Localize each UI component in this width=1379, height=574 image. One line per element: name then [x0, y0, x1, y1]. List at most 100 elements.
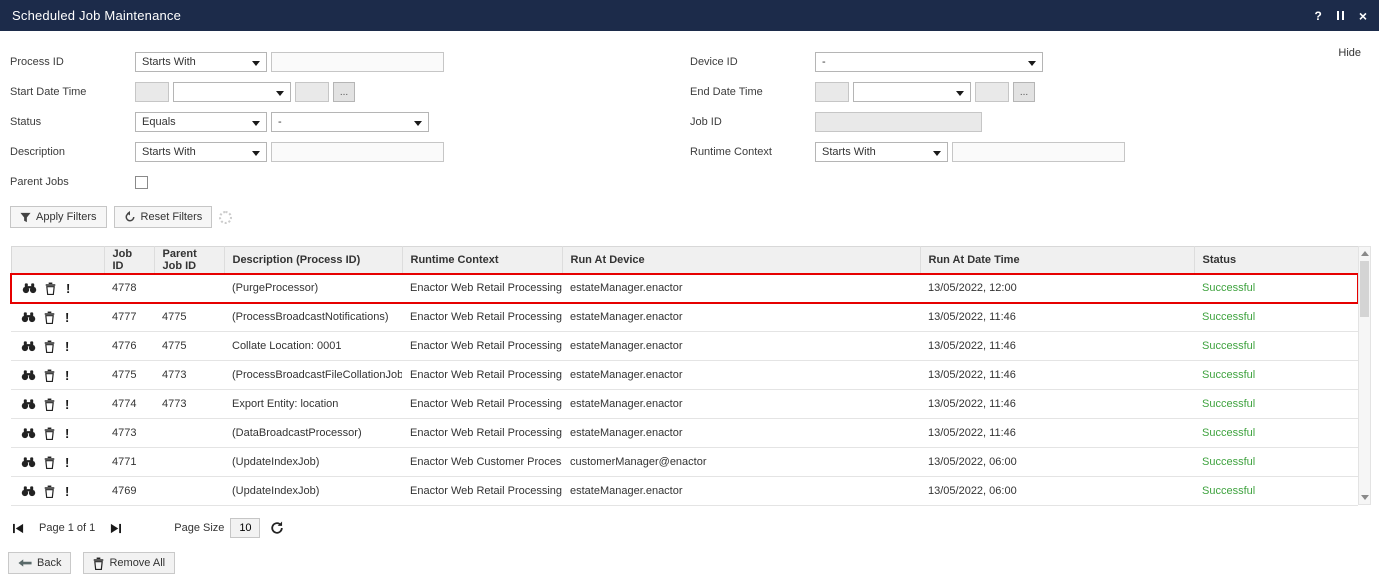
row-actions-cell: !	[11, 389, 104, 419]
page-title: Scheduled Job Maintenance	[12, 8, 182, 23]
vertical-scrollbar[interactable]	[1358, 246, 1371, 505]
table-row[interactable]: ! 4771 (UpdateIndexJob) Enactor Web Cust…	[11, 447, 1358, 477]
view-job-icon[interactable]	[19, 340, 37, 352]
start-date-input[interactable]	[135, 82, 169, 102]
delete-job-icon[interactable]	[41, 282, 59, 295]
delete-job-icon[interactable]	[40, 369, 58, 382]
table-row[interactable]: ! 4777 4775 (ProcessBroadcastNotificatio…	[11, 302, 1358, 332]
cell-description: (ProcessBroadcastFileCollationJobs)	[224, 360, 402, 390]
col-parent-job-id[interactable]: Parent Job ID	[154, 246, 225, 274]
delete-job-icon[interactable]	[40, 398, 58, 411]
last-page-icon	[111, 523, 122, 533]
view-job-icon[interactable]	[19, 398, 37, 410]
cell-run-at-device: estateManager.enactor	[562, 418, 920, 448]
runtime-context-input[interactable]	[952, 142, 1125, 162]
table-row[interactable]: ! 4774 4773 Export Entity: location Enac…	[11, 389, 1358, 419]
pause-icon[interactable]	[1336, 11, 1344, 20]
end-time-input[interactable]	[975, 82, 1009, 102]
cell-run-at-device: estateManager.enactor	[562, 272, 920, 304]
col-status[interactable]: Status	[1194, 246, 1359, 274]
apply-filters-button[interactable]: Apply Filters	[10, 206, 107, 228]
cell-status: Successful	[1194, 447, 1358, 477]
filter-row-5: Parent Jobs	[10, 167, 1369, 197]
filter-row-2: Start Date Time ... End Date Time ...	[10, 77, 1369, 107]
job-id-input[interactable]	[815, 112, 982, 132]
table-row[interactable]: ! 4778 (PurgeProcessor) Enactor Web Reta…	[10, 272, 1359, 304]
table-row[interactable]: ! 4776 4775 Collate Location: 0001 Enact…	[11, 331, 1358, 361]
process-id-operator-select[interactable]: Starts With	[135, 52, 267, 72]
view-job-icon[interactable]	[19, 456, 37, 468]
device-id-value: -	[822, 56, 826, 68]
error-log-icon[interactable]: !	[61, 310, 73, 325]
error-log-icon[interactable]: !	[61, 368, 73, 383]
description-operator-select[interactable]: Starts With	[135, 142, 267, 162]
table-row[interactable]: ! 4773 (DataBroadcastProcessor) Enactor …	[11, 418, 1358, 448]
delete-job-icon[interactable]	[40, 456, 58, 469]
jobs-table: Job ID Parent Job ID Description (Proces…	[10, 246, 1359, 506]
end-date-zone-select[interactable]	[853, 82, 971, 102]
delete-job-icon[interactable]	[40, 340, 58, 353]
col-run-at-date-time[interactable]: Run At Date Time	[920, 246, 1195, 274]
cell-run-at-device: estateManager.enactor	[562, 302, 920, 332]
error-log-icon[interactable]: !	[61, 426, 73, 441]
delete-job-icon[interactable]	[40, 427, 58, 440]
process-id-input[interactable]	[271, 52, 444, 72]
runtime-context-operator-select[interactable]: Starts With	[815, 142, 948, 162]
view-job-icon[interactable]	[20, 282, 38, 294]
device-id-select[interactable]: -	[815, 52, 1043, 72]
end-date-picker-button[interactable]: ...	[1013, 82, 1035, 102]
close-icon[interactable]: ×	[1359, 9, 1367, 23]
cell-job-id: 4777	[104, 302, 154, 332]
error-log-icon[interactable]: !	[61, 339, 73, 354]
delete-job-icon[interactable]	[40, 485, 58, 498]
view-job-icon[interactable]	[19, 427, 37, 439]
jobs-table-container: Job ID Parent Job ID Description (Proces…	[10, 246, 1371, 506]
first-page-icon	[13, 523, 24, 533]
filter-row-1: Process ID Starts With Device ID -	[10, 47, 1369, 77]
error-log-icon[interactable]: !	[61, 484, 73, 499]
scroll-down-arrow-icon[interactable]	[1359, 491, 1370, 504]
error-log-icon[interactable]: !	[62, 281, 74, 296]
scroll-up-arrow-icon[interactable]	[1359, 247, 1370, 260]
job-id-label: Job ID	[690, 116, 722, 128]
scrollbar-thumb[interactable]	[1360, 261, 1369, 317]
description-input[interactable]	[271, 142, 444, 162]
error-log-icon[interactable]: !	[61, 397, 73, 412]
help-icon[interactable]: ?	[1314, 10, 1321, 22]
page-size-input[interactable]	[230, 518, 261, 538]
cell-run-at-device: estateManager.enactor	[562, 360, 920, 390]
view-job-icon[interactable]	[19, 369, 37, 381]
end-date-input[interactable]	[815, 82, 849, 102]
view-job-icon[interactable]	[19, 485, 37, 497]
col-job-id[interactable]: Job ID	[104, 246, 155, 274]
start-date-picker-button[interactable]: ...	[333, 82, 355, 102]
status-operator-select[interactable]: Equals	[135, 112, 267, 132]
cell-parent-job-id	[154, 418, 224, 448]
cell-parent-job-id: 4773	[154, 389, 224, 419]
error-log-icon[interactable]: !	[61, 455, 73, 470]
delete-job-icon[interactable]	[40, 311, 58, 324]
reset-filters-button[interactable]: Reset Filters	[113, 206, 213, 228]
start-time-input[interactable]	[295, 82, 329, 102]
status-value-select[interactable]: -	[271, 112, 429, 132]
start-date-zone-select[interactable]	[173, 82, 291, 102]
view-job-icon[interactable]	[19, 311, 37, 323]
first-page-button[interactable]	[12, 523, 25, 534]
parent-jobs-checkbox[interactable]	[135, 175, 148, 189]
last-page-button[interactable]	[109, 523, 122, 534]
col-runtime-context[interactable]: Runtime Context	[402, 246, 563, 274]
cell-status: Successful	[1194, 418, 1358, 448]
col-run-at-device[interactable]: Run At Device	[562, 246, 921, 274]
hide-filters-link[interactable]: Hide	[1338, 47, 1361, 59]
chevron-down-icon	[956, 91, 964, 96]
table-row[interactable]: ! 4775 4773 (ProcessBroadcastFileCollati…	[11, 360, 1358, 390]
cell-run-at-date-time: 13/05/2022, 11:46	[920, 418, 1194, 448]
col-description[interactable]: Description (Process ID)	[224, 246, 403, 274]
refresh-button[interactable]	[270, 521, 284, 535]
cell-run-at-device: estateManager.enactor	[562, 476, 920, 506]
cell-run-at-date-time: 13/05/2022, 11:46	[920, 302, 1194, 332]
cell-parent-job-id	[154, 447, 224, 477]
filter-funnel-icon	[20, 212, 31, 222]
cell-parent-job-id: 4775	[154, 331, 224, 361]
table-row[interactable]: ! 4769 (UpdateIndexJob) Enactor Web Reta…	[11, 476, 1358, 506]
